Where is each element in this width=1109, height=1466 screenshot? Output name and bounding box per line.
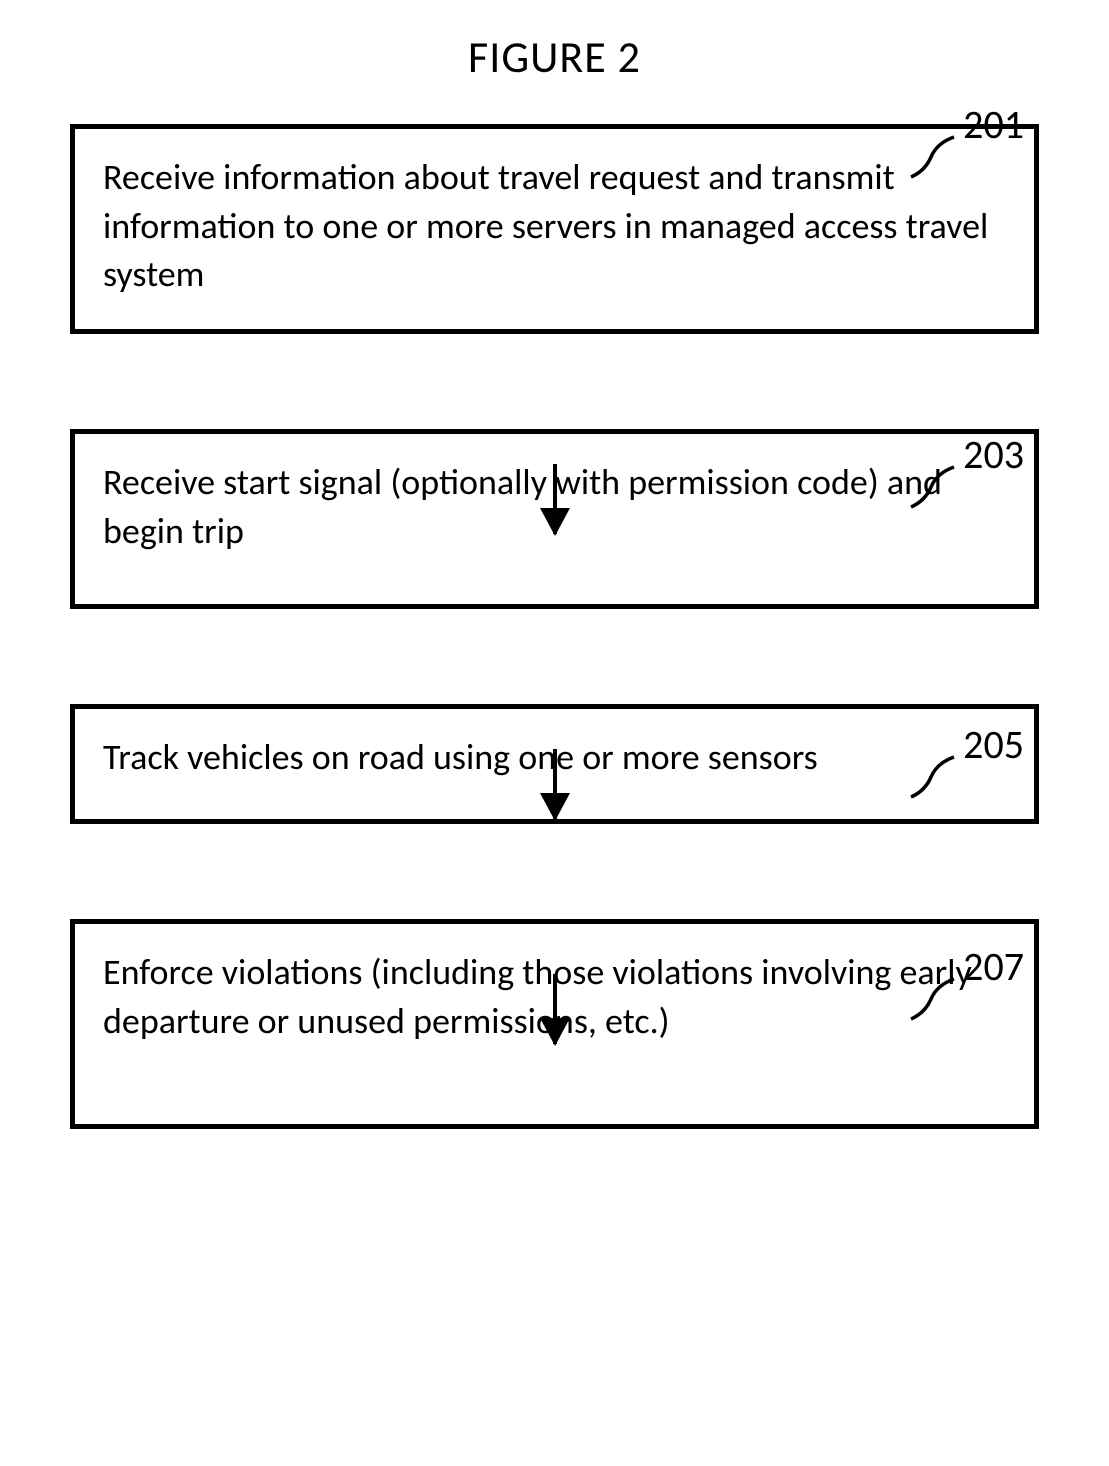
reference-curve-205 [909, 755, 959, 800]
figure-title: FIGURE 2 [0, 30, 1109, 84]
reference-label-203: 203 [963, 430, 1024, 479]
reference-curve-203 [909, 465, 959, 510]
step-text-201: Receive information about travel request… [103, 155, 988, 296]
step-box-203: Receive start signal (optionally with pe… [70, 429, 1039, 609]
step-box-207: Enforce violations (including those viol… [70, 919, 1039, 1129]
reference-label-207: 207 [963, 942, 1024, 991]
step-box-205: Track vehicles on road using one or more… [70, 704, 1039, 824]
reference-label-201: 201 [963, 100, 1024, 149]
step-text-205: Track vehicles on road using one or more… [103, 735, 818, 779]
step-text-207: Enforce violations (including those viol… [103, 950, 972, 1043]
step-text-203: Receive start signal (optionally with pe… [103, 460, 942, 553]
reference-curve-207 [909, 977, 959, 1022]
step-box-201: Receive information about travel request… [70, 124, 1039, 334]
reference-curve-201 [909, 135, 959, 180]
reference-label-205: 205 [963, 720, 1024, 769]
